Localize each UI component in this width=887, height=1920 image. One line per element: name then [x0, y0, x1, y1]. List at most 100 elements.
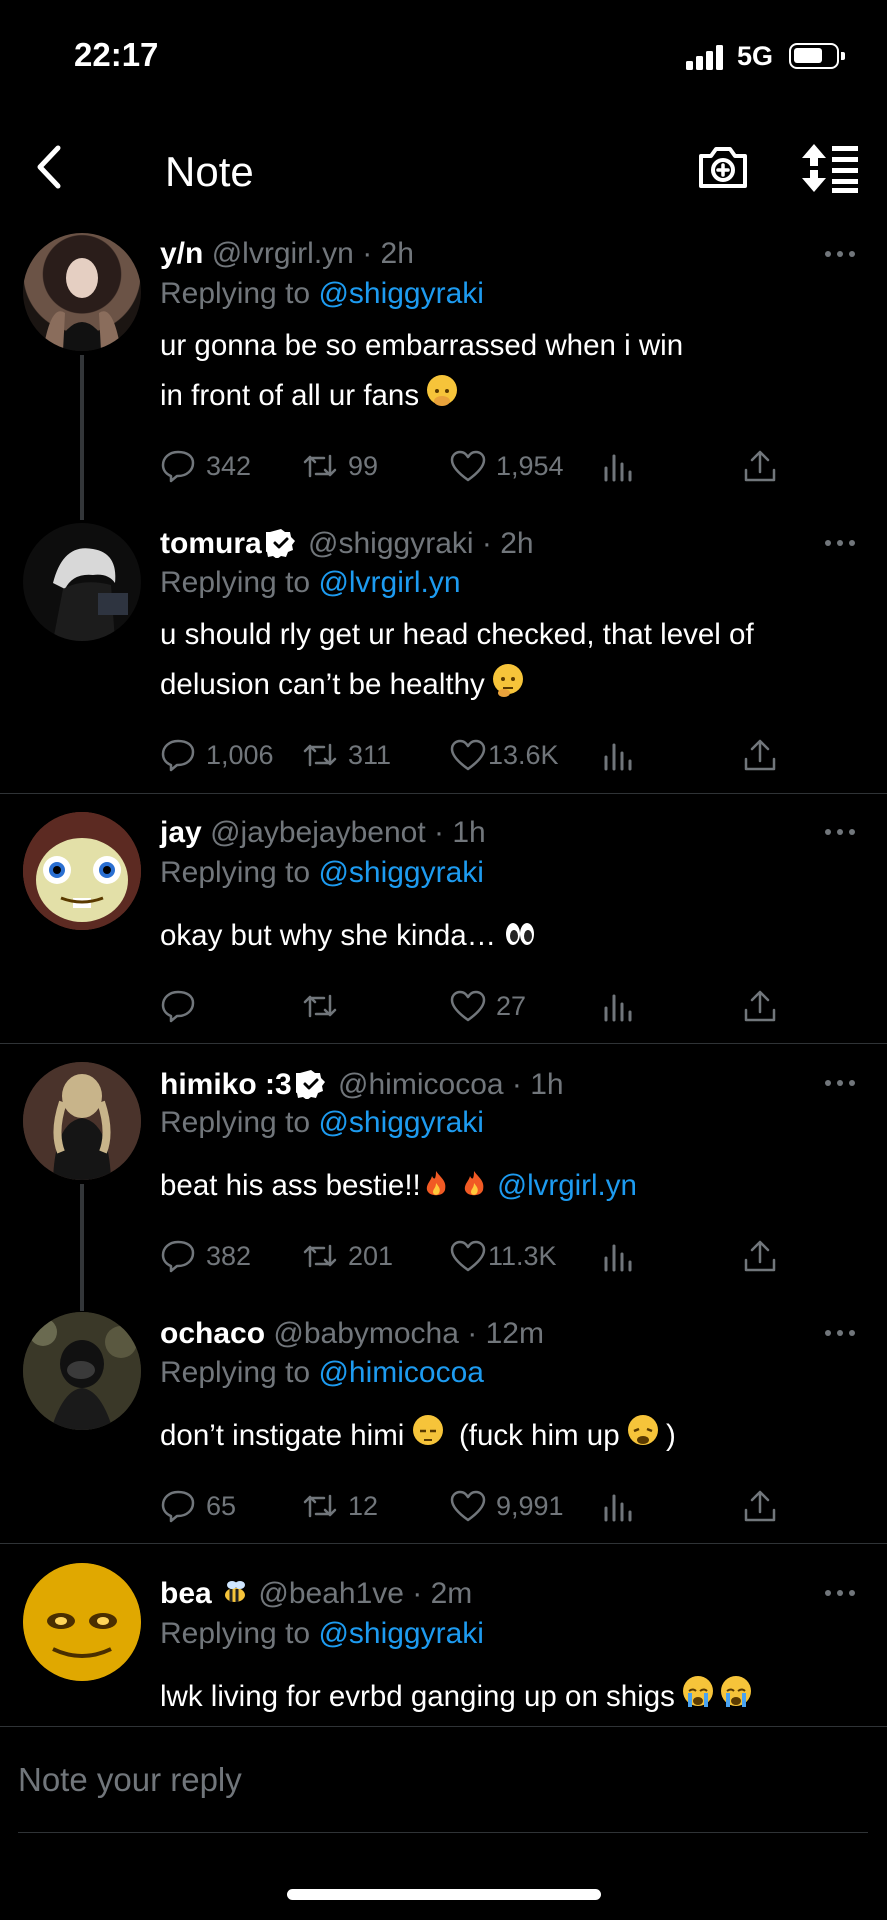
avatar-ochaco[interactable] — [23, 1312, 141, 1430]
more-button[interactable] — [822, 1073, 858, 1093]
retweet-button[interactable]: 201 — [302, 1234, 393, 1278]
handle[interactable]: @jaybejaybenot — [210, 816, 426, 849]
reply-button[interactable]: 382 — [160, 1234, 251, 1278]
divider — [0, 793, 887, 794]
like-button[interactable]: 1,954 — [450, 444, 564, 488]
more-button[interactable] — [822, 1323, 858, 1343]
reply-input[interactable] — [18, 1750, 858, 1810]
reply-mention[interactable]: @shiggyraki — [318, 1617, 484, 1650]
sort-button[interactable] — [800, 142, 860, 194]
back-button[interactable] — [28, 142, 78, 192]
views-icon — [604, 994, 632, 1022]
views-button[interactable] — [600, 1234, 636, 1278]
handle[interactable]: @lvrgirl.yn — [212, 237, 354, 270]
reply-icon — [161, 1490, 195, 1523]
share-button[interactable] — [742, 984, 778, 1028]
avatar-yn[interactable] — [23, 233, 141, 351]
like-button[interactable]: 13.6K — [450, 733, 559, 777]
avatar-bea[interactable] — [23, 1563, 141, 1681]
like-icon — [450, 450, 486, 482]
tweet-actions: 382 201 11.3K — [160, 1234, 860, 1278]
views-button[interactable] — [600, 984, 636, 1028]
more-icon — [825, 829, 855, 835]
retweet-count: 99 — [348, 450, 379, 481]
like-button[interactable]: 27 — [450, 984, 526, 1028]
avatar-himiko[interactable] — [23, 1062, 141, 1180]
share-icon — [744, 450, 776, 482]
retweet-button[interactable]: 311 — [302, 733, 391, 777]
reply-mention[interactable]: @himicocoa — [318, 1356, 484, 1389]
retweet-button[interactable]: 99 — [302, 444, 378, 488]
thread-line — [80, 1184, 84, 1311]
reply-button[interactable]: 65 — [160, 1484, 236, 1528]
share-button[interactable] — [742, 1234, 778, 1278]
reply-button[interactable]: 1,006 — [160, 733, 274, 777]
reply-button[interactable] — [160, 984, 206, 1028]
timestamp: · 1h — [434, 816, 486, 849]
share-icon — [744, 1240, 776, 1272]
display-name[interactable]: himiko :3 — [160, 1068, 292, 1101]
reply-icon — [161, 450, 195, 483]
avatar-jay[interactable] — [23, 812, 141, 930]
more-button[interactable] — [822, 822, 858, 842]
views-icon — [604, 454, 632, 482]
battery-icon — [789, 43, 845, 69]
retweet-count: 311 — [348, 739, 392, 770]
display-name[interactable]: jay — [160, 816, 202, 849]
retweet-count: 201 — [348, 1240, 394, 1271]
reply-mention[interactable]: @shiggyraki — [318, 856, 484, 889]
verified-icon — [295, 1070, 325, 1099]
retweet-button[interactable] — [302, 984, 348, 1028]
handle[interactable]: @beah1ve — [258, 1577, 404, 1610]
camera-plus-icon — [699, 147, 747, 188]
like-count: 27 — [496, 990, 527, 1021]
display-name[interactable]: tomura — [160, 527, 262, 560]
status-bar: 22:17 5G — [0, 0, 887, 110]
more-icon — [825, 1080, 855, 1086]
like-button[interactable]: 11.3K — [450, 1234, 557, 1278]
views-button[interactable] — [600, 444, 636, 488]
retweet-button[interactable]: 12 — [302, 1484, 378, 1528]
handle[interactable]: @shiggyraki — [308, 527, 474, 560]
divider — [0, 1543, 887, 1544]
tweet-text-line: lwk living for evrbd ganging up on shigs — [160, 1680, 675, 1713]
tweet-text-line: in front of all ur fans — [160, 379, 420, 412]
views-button[interactable] — [600, 733, 636, 777]
more-button[interactable] — [822, 1583, 858, 1603]
share-button[interactable] — [742, 733, 778, 777]
reply-count: 342 — [206, 450, 252, 481]
replying-label: Replying to — [160, 1356, 311, 1389]
more-button[interactable] — [822, 244, 858, 264]
like-count: 9,991 — [496, 1490, 564, 1521]
camera-button[interactable] — [695, 140, 751, 194]
fire-emoji — [421, 1165, 451, 1196]
tweet-text-line: (fuck him up — [458, 1419, 620, 1452]
reply-mention[interactable]: @shiggyraki — [318, 277, 484, 310]
reply-mention[interactable]: @shiggyraki — [318, 1106, 484, 1139]
reply-button[interactable]: 342 — [160, 444, 251, 488]
share-button[interactable] — [742, 1484, 778, 1528]
like-icon — [450, 739, 486, 771]
more-icon — [825, 1330, 855, 1336]
share-button[interactable] — [742, 444, 778, 488]
verified-icon — [265, 529, 295, 558]
home-indicator[interactable] — [287, 1889, 601, 1900]
text-mention[interactable]: @lvrgirl.yn — [497, 1169, 637, 1202]
tweet-text-line: okay but why she kinda… — [160, 919, 497, 952]
views-button[interactable] — [600, 1484, 636, 1528]
reply-mention[interactable]: @lvrgirl.yn — [318, 566, 460, 599]
more-button[interactable] — [822, 533, 858, 553]
thinking-emoji — [492, 664, 523, 697]
tweet-actions: 65 12 9,991 — [160, 1484, 860, 1528]
handle[interactable]: @babymocha — [273, 1317, 459, 1350]
display-name[interactable]: ochaco — [160, 1317, 265, 1350]
display-name[interactable]: y/n — [160, 237, 203, 270]
display-name[interactable]: bea — [160, 1577, 212, 1610]
like-button[interactable]: 9,991 — [450, 1484, 564, 1528]
handle[interactable]: @himicocoa — [338, 1068, 504, 1101]
timestamp: · 2h — [481, 527, 534, 560]
retweet-icon — [303, 1494, 337, 1518]
reply-icon — [161, 1240, 195, 1273]
tweet-text: okay but why she kinda… — [160, 911, 860, 961]
avatar-tomura[interactable] — [23, 523, 141, 641]
